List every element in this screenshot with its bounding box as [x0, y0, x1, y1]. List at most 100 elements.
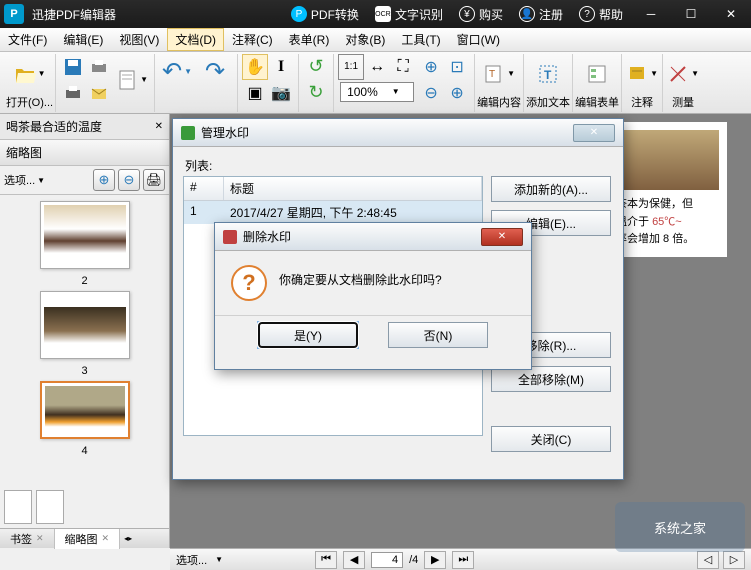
open-button[interactable]: ▼: [12, 56, 48, 92]
menu-file[interactable]: 文件(F): [0, 28, 55, 51]
text-select-button[interactable]: I: [268, 54, 294, 80]
ocr-label: 文字识别: [395, 6, 443, 23]
annotate-button[interactable]: ▼: [624, 56, 660, 92]
zoom-tool-button[interactable]: ⊕: [444, 80, 470, 106]
close-button[interactable]: ✕: [711, 0, 751, 28]
hand-icon: ✋: [245, 57, 265, 77]
note-icon: [626, 63, 648, 85]
tab-close-icon[interactable]: ✕: [36, 533, 44, 544]
menu-tool[interactable]: 工具(T): [393, 28, 448, 51]
nav-back-button[interactable]: ◁: [697, 551, 719, 569]
row-number: 1: [184, 201, 224, 224]
first-page-button[interactable]: ⏮: [315, 551, 337, 569]
page-number-input[interactable]: [371, 552, 403, 568]
menu-view[interactable]: 视图(V): [111, 28, 167, 51]
annotate-label: 注释: [631, 94, 653, 110]
dropdown-arrow-icon: ▼: [140, 75, 148, 84]
file-ops-group: ▼: [56, 54, 155, 112]
buy-button[interactable]: ¥ 购买: [451, 6, 511, 23]
dialog-titlebar[interactable]: 管理水印 ✕: [173, 119, 623, 147]
prev-page-button[interactable]: ◀: [343, 551, 365, 569]
thumbnail-item[interactable]: [40, 201, 130, 269]
menu-document[interactable]: 文档(D): [167, 28, 224, 51]
rotate-ccw-button[interactable]: ↺: [303, 54, 329, 80]
thumb-zoom-in-button[interactable]: ⊕: [93, 169, 115, 191]
dialog-title: 删除水印: [243, 228, 291, 245]
mini-thumb[interactable]: [36, 490, 64, 524]
toolbar: ▼ 打开(O)... ▼ ↶▼ ↷ ✋ I ▣ 📷: [0, 52, 751, 114]
yes-button[interactable]: 是(Y): [258, 322, 358, 348]
print-button[interactable]: [86, 54, 112, 80]
fit-actual-button[interactable]: 1:1: [338, 54, 364, 80]
tab-overflow-icon[interactable]: ◂▸: [124, 534, 132, 543]
thumbnail-preview: [44, 295, 126, 355]
document-tab[interactable]: 喝茶最合适的温度 ✕: [0, 114, 169, 140]
tab-bookmark[interactable]: 书签✕: [0, 529, 55, 549]
snapshot-button[interactable]: 📷: [268, 80, 294, 106]
dialog-close-button[interactable]: ✕: [573, 124, 615, 142]
dialog-titlebar[interactable]: 删除水印 ✕: [215, 223, 531, 251]
ocr-icon: OCR: [375, 6, 391, 22]
print-button-2[interactable]: [60, 80, 86, 106]
crop-button[interactable]: ▣: [242, 80, 268, 106]
undo-button[interactable]: ↶▼: [159, 54, 195, 90]
thumbnail-number: 4: [81, 445, 87, 457]
thumbnail-number: 3: [81, 365, 87, 377]
hand-tool-button[interactable]: ✋: [242, 54, 268, 80]
help-label: 帮助: [599, 6, 623, 23]
thumbnail-item-selected[interactable]: [40, 381, 130, 439]
col-title[interactable]: 标题: [224, 177, 482, 200]
thumbnail-item[interactable]: [40, 291, 130, 359]
tab-close-icon[interactable]: ✕: [102, 533, 110, 544]
next-page-button[interactable]: ▶: [424, 551, 446, 569]
email-button[interactable]: [86, 80, 112, 106]
measure-button[interactable]: ▼: [665, 56, 701, 92]
ocr-button[interactable]: OCR 文字识别: [367, 6, 451, 23]
fit-page-button[interactable]: ⛶: [390, 54, 416, 80]
menu-object[interactable]: 对象(B): [337, 28, 393, 51]
register-button[interactable]: 👤 注册: [511, 6, 571, 23]
menu-form[interactable]: 表单(R): [281, 28, 338, 51]
pdf-convert-button[interactable]: P PDF转换: [283, 6, 367, 23]
status-options[interactable]: 选项...: [176, 552, 207, 568]
col-number[interactable]: #: [184, 177, 224, 200]
options-label[interactable]: 选项...: [4, 172, 35, 188]
edit-content-button[interactable]: T▼: [481, 56, 517, 92]
rotate-cw-button[interactable]: ↻: [303, 80, 329, 106]
document-button[interactable]: ▼: [114, 54, 150, 106]
add-text-button[interactable]: T: [530, 56, 566, 92]
edit-form-button[interactable]: [579, 56, 615, 92]
dialog-title: 管理水印: [201, 124, 249, 141]
menu-comment[interactable]: 注释(C): [224, 28, 281, 51]
help-button[interactable]: ? 帮助: [571, 6, 631, 23]
menu-edit[interactable]: 编辑(E): [55, 28, 111, 51]
menu-window[interactable]: 窗口(W): [449, 28, 508, 51]
tool-mode-group: ✋ I ▣ 📷: [238, 54, 299, 112]
close-button[interactable]: 关闭(C): [491, 426, 611, 452]
tab-thumbnail[interactable]: 缩略图✕: [55, 529, 121, 549]
fit-width-button[interactable]: ↔: [364, 54, 390, 80]
thumb-zoom-out-button[interactable]: ⊖: [118, 169, 140, 191]
list-row-selected[interactable]: 1 2017/4/27 星期四, 下午 2:48:45: [184, 201, 482, 224]
thumb-print-button[interactable]: 🖨: [143, 169, 165, 191]
document-icon: [116, 69, 138, 91]
save-button[interactable]: [60, 54, 86, 80]
annotate-group: ▼ 注释: [622, 54, 663, 112]
zoom-out-button[interactable]: ⊖: [418, 80, 444, 106]
minimize-button[interactable]: ─: [631, 0, 671, 28]
last-page-button[interactable]: ⏭: [452, 551, 474, 569]
no-button[interactable]: 否(N): [388, 322, 488, 348]
sidebar-tabs: 书签✕ 缩略图✕ ◂▸: [0, 528, 169, 548]
zoom-combobox[interactable]: 100% ▼: [340, 82, 414, 102]
mini-thumb[interactable]: [4, 490, 32, 524]
tab-close-icon[interactable]: ✕: [155, 121, 163, 132]
add-new-button[interactable]: 添加新的(A)...: [491, 176, 611, 202]
zoom-in-button[interactable]: ⊕: [418, 54, 444, 80]
zoom-area-button[interactable]: ⊡: [444, 54, 470, 80]
nav-forward-button[interactable]: ▷: [723, 551, 745, 569]
dialog-close-button[interactable]: ✕: [481, 228, 523, 246]
dropdown-arrow-icon: ▼: [691, 69, 699, 78]
maximize-button[interactable]: ☐: [671, 0, 711, 28]
redo-button[interactable]: ↷: [197, 54, 233, 90]
open-label: 打开(O)...: [6, 94, 53, 110]
